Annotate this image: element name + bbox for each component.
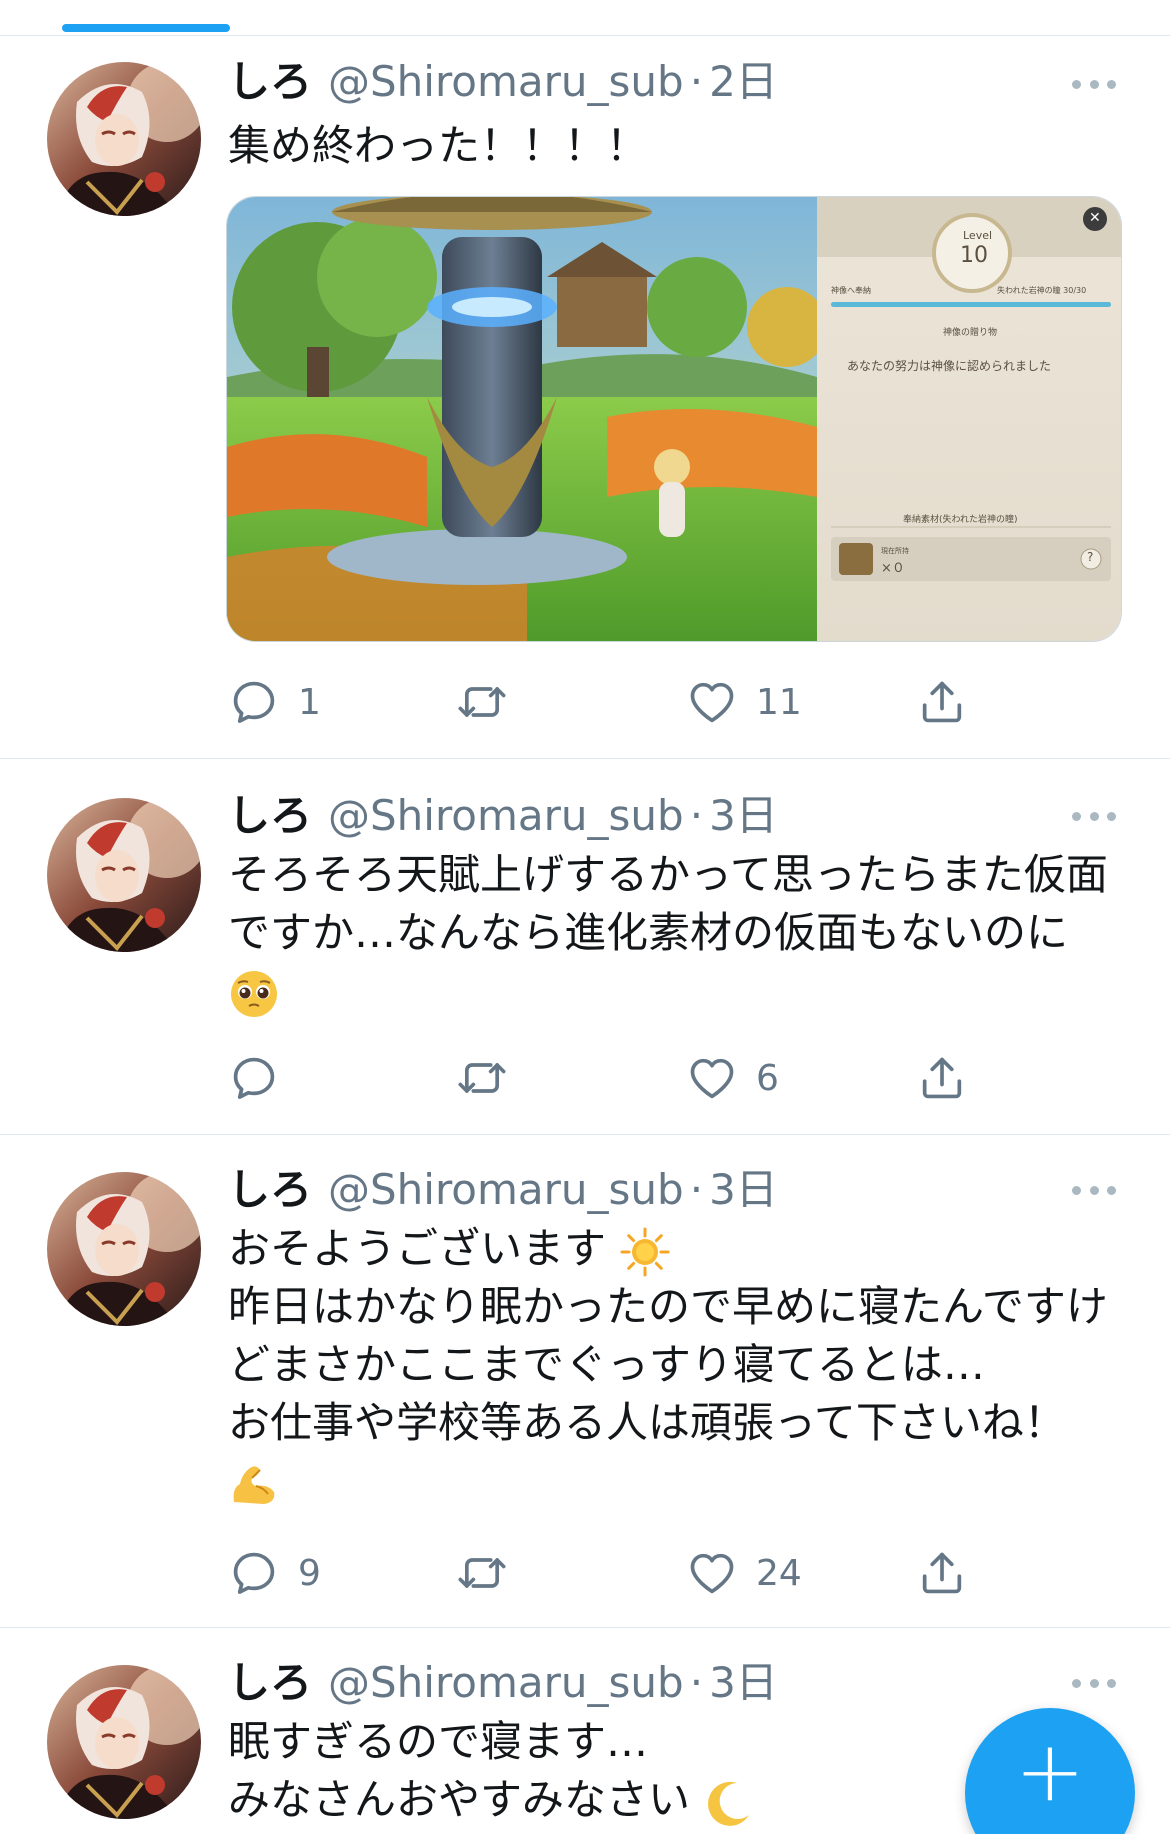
tweet-1[interactable]: しろ @Shiromaru_sub · 2日 集め終わった！！！！ Level … [0,36,1170,759]
more-options-icon[interactable] [1072,1180,1116,1200]
timestamp[interactable]: 3日 [709,1653,778,1713]
share-icon [916,676,968,728]
share-button[interactable] [916,1050,968,1106]
avatar[interactable] [47,1172,201,1326]
heart-icon [686,1052,738,1104]
retweet-button[interactable] [456,1545,508,1601]
display-name[interactable]: しろ [228,1653,312,1713]
tweet-text-line: 集め終わった！！！！ [228,121,649,170]
tweet-header: しろ @Shiromaru_sub · 2日 [228,52,778,112]
retweet-button[interactable] [456,674,508,730]
flexed-biceps-icon [228,1458,280,1510]
compose-tweet-button[interactable]: + [965,1708,1135,1834]
separator-dot: · [689,57,704,106]
share-button[interactable] [916,674,968,730]
share-icon [916,1052,968,1104]
progress-right-label: 失われた岩神の瞳 30/30 [997,286,1087,295]
progress-left-label: 神像へ奉納 [831,286,871,295]
tweet-header: しろ @Shiromaru_sub · 3日 [228,1653,778,1713]
level-label: Level [963,229,993,242]
avatar[interactable] [47,62,201,216]
separator-dot: · [689,1658,704,1707]
retweet-icon [456,676,508,728]
retweet-icon [456,1052,508,1104]
plus-icon: + [1014,1722,1086,1820]
timestamp[interactable]: 3日 [709,1160,778,1220]
owned-count: ×０ [881,561,905,576]
like-button[interactable]: 24 [686,1545,802,1601]
tweet-text-line: みなさんおやすみなさい [228,1775,691,1824]
reply-count: 9 [298,1552,321,1594]
statue-message: あなたの努力は神像に認められました [847,359,1052,373]
gift-title: 神像の贈り物 [943,328,998,338]
separator-dot: · [689,1165,704,1214]
avatar[interactable] [47,798,201,952]
tweet-text-line: どまさかここまでぐっすり寝てるとは… [228,1340,985,1389]
tweet-media-image[interactable]: Level 10 ✕ 神像へ奉納 失われた岩神の瞳 30/30 神像の贈り物 あ… [226,196,1122,642]
reply-button[interactable] [228,1050,298,1106]
tweet-text-line: ですか…なんなら進化素材の仮面もないのに [228,908,1069,957]
tweet-text-line: おそようございます [228,1224,607,1273]
tweet-2[interactable]: しろ @Shiromaru_sub · 3日 そろそろ天賦上げするかって思ったら… [0,760,1170,1135]
tweet-actions: 9 24 [228,1545,988,1601]
reply-button[interactable]: 1 [228,674,321,730]
user-handle[interactable]: @Shiromaru_sub [328,786,684,846]
tweet-header: しろ @Shiromaru_sub · 3日 [228,786,778,846]
reply-button[interactable]: 9 [228,1545,321,1601]
retweet-icon [456,1547,508,1599]
display-name[interactable]: しろ [228,786,312,846]
more-options-icon[interactable] [1072,806,1116,826]
more-options-icon[interactable] [1072,74,1116,94]
heart-icon [686,1547,738,1599]
reply-icon [228,676,280,728]
share-button[interactable] [916,1545,968,1601]
tweet-text-line: 昨日はかなり眠かったので早めに寝たんですけ [228,1282,1108,1331]
tweet-header: しろ @Shiromaru_sub · 3日 [228,1160,778,1220]
progress-fill [831,302,1111,307]
tweet-text: そろそろ天賦上げするかって思ったらまた仮面 ですか…なんなら進化素材の仮面もない… [228,846,1128,1020]
crescent-moon-icon [703,1777,755,1829]
like-button[interactable]: 6 [686,1050,779,1106]
display-name[interactable]: しろ [228,1160,312,1220]
active-tab-indicator [62,24,230,32]
display-name[interactable]: しろ [228,52,312,112]
tweet-text-line: お仕事や学校等ある人は頑張って下さいね！ [228,1398,1066,1447]
user-handle[interactable]: @Shiromaru_sub [328,52,684,112]
tweet-actions: 1 11 [228,674,988,730]
reply-count: 1 [298,681,321,723]
like-button[interactable]: 11 [686,674,802,730]
timestamp[interactable]: 3日 [709,786,778,846]
like-count: 11 [756,681,802,723]
tweet-actions: 6 [228,1050,988,1106]
retweet-button[interactable] [456,1050,508,1106]
avatar[interactable] [47,1665,201,1819]
level-value: 10 [960,243,988,268]
user-handle[interactable]: @Shiromaru_sub [328,1160,684,1220]
separator-dot: · [689,791,704,840]
reply-icon [228,1052,280,1104]
close-icon[interactable]: ✕ [1089,210,1101,226]
tweet-3[interactable]: しろ @Shiromaru_sub · 3日 おそようございます 昨日はかなり眠… [0,1136,1170,1628]
reply-icon [228,1547,280,1599]
like-count: 24 [756,1552,802,1594]
timestamp[interactable]: 2日 [709,52,778,112]
user-handle[interactable]: @Shiromaru_sub [328,1653,684,1713]
tweet-text: おそようございます 昨日はかなり眠かったので早めに寝たんですけ どまさかここまで… [228,1220,1128,1510]
timeline-tabbar [0,0,1170,36]
sun-icon [619,1226,671,1278]
pleading-face-icon [228,968,280,1020]
tweet-text-line: そろそろ天賦上げするかって思ったらまた仮面 [228,850,1108,899]
share-icon [916,1547,968,1599]
heart-icon [686,676,738,728]
tweet-text: 集め終わった！！！！ [228,117,1128,175]
more-options-icon[interactable] [1072,1673,1116,1693]
material-title: 奉納素材(失われた岩神の瞳) [903,515,1018,525]
help-icon[interactable]: ? [1087,550,1093,564]
owned-label: 現在所持 [881,547,909,555]
like-count: 6 [756,1057,779,1099]
